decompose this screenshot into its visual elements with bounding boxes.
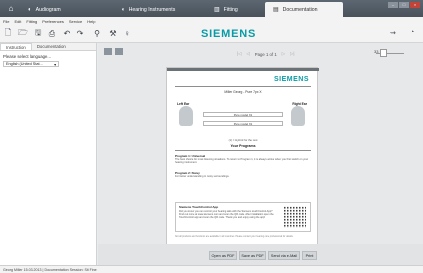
- right-hearing-aid-image: [291, 106, 305, 126]
- doc-patient-name: Miller Georg - Pure 7px X: [224, 90, 262, 94]
- next-page-icon[interactable]: ▷: [282, 51, 285, 57]
- single-page-icon[interactable]: [104, 48, 112, 55]
- language-select[interactable]: English (United Stat... ▾: [3, 61, 59, 67]
- toolbar: 🗋 🗁 🖫 ⎙ ↶ ↷ ⚲ ⚒ ♀ SIEMENS ⇝ ◔: [0, 25, 423, 43]
- new-document-icon[interactable]: 🗋: [3, 28, 13, 39]
- ear-icon: ◐: [28, 6, 32, 13]
- first-page-icon[interactable]: |◁: [237, 51, 241, 57]
- left-hearing-aid-image: [179, 106, 193, 126]
- status-text: Georg Miller 15.03.2013 | Documentation …: [3, 267, 97, 272]
- doc-divider: [175, 150, 311, 151]
- device-label-2: Pure model X1: [203, 121, 283, 126]
- maximize-button[interactable]: □: [399, 2, 409, 8]
- tab-documentation[interactable]: ▤ Documentation: [265, 2, 343, 17]
- signal-icon[interactable]: ⇝: [390, 29, 396, 37]
- doc-header-bar: [167, 68, 319, 71]
- close-button[interactable]: ×: [410, 2, 420, 8]
- doc-caption: (1) = Hybrid for the rest: [228, 138, 258, 142]
- zoom-slider-handle[interactable]: [380, 49, 387, 57]
- tab-label: Audiogram: [35, 6, 61, 13]
- status-bar: Georg Miller 15.03.2013 | Documentation …: [0, 265, 423, 273]
- minimize-button[interactable]: –: [388, 2, 398, 8]
- menu-preferences[interactable]: Preferences: [42, 19, 64, 24]
- tab-hearing-instruments[interactable]: ◖ Hearing Instruments: [113, 2, 201, 17]
- brand-logo: SIEMENS: [201, 28, 257, 40]
- connect-icon[interactable]: ⚲: [92, 28, 102, 39]
- send-via-email-button[interactable]: Send via e-Mail: [268, 251, 300, 260]
- touchcontrol-title: Siemens TouchControl App: [179, 205, 219, 209]
- pin-icon[interactable]: ♀: [122, 28, 132, 39]
- settings-icon[interactable]: ◔: [410, 29, 414, 36]
- left-panel-tabs: Instruction Documentation: [0, 43, 96, 51]
- touchcontrol-text: Did you know you can control your hearin…: [179, 210, 274, 219]
- save-icon[interactable]: 🖫: [33, 28, 43, 39]
- print-button[interactable]: Print: [302, 251, 317, 260]
- touchcontrol-box: Siemens TouchControl App Did you know yo…: [175, 202, 311, 232]
- language-value: English (United Stat...: [6, 62, 43, 66]
- document-viewer: |◁ ◁ Page 1 of 1 ▷ ▷| 33 SIEMENS Miller …: [98, 43, 423, 265]
- prev-page-icon[interactable]: ◁: [246, 51, 249, 57]
- home-icon[interactable]: ⌂: [4, 2, 18, 14]
- program-text: For better understanding in noisy surrou…: [175, 175, 230, 178]
- save-as-pdf-button[interactable]: Save as PDF: [239, 251, 266, 260]
- open-as-pdf-button[interactable]: Open as PDF: [209, 251, 237, 260]
- redo-icon[interactable]: ↷: [75, 28, 85, 39]
- tab-label: Documentation: [282, 6, 318, 13]
- last-page-icon[interactable]: ▷|: [290, 51, 294, 57]
- double-page-icon[interactable]: [115, 48, 123, 55]
- hearing-aid-icon: ◖: [121, 6, 125, 13]
- left-panel: Instruction Documentation Please select …: [0, 43, 97, 265]
- doc-divider: [175, 86, 311, 87]
- device-label-1: Pure model X1: [203, 112, 283, 117]
- tab-label: Hearing Instruments: [128, 6, 176, 13]
- action-bar: Open as PDF Save as PDF Send via e-Mail …: [98, 244, 423, 265]
- doc-footer: Not all products and functions are avail…: [175, 236, 294, 238]
- print-icon[interactable]: ⎙: [47, 28, 57, 39]
- language-label: Please select language...: [3, 54, 52, 59]
- tab-fitting[interactable]: ▥ Fitting: [206, 2, 266, 17]
- tab-audiogram[interactable]: ◐ Audiogram: [20, 2, 108, 17]
- window-controls: – □ ×: [388, 2, 420, 8]
- wrench-icon[interactable]: ⚒: [108, 28, 118, 39]
- chart-icon: ▥: [214, 7, 220, 13]
- menu-help[interactable]: Help: [87, 19, 95, 24]
- zoom-value: 33: [374, 49, 379, 54]
- menu-edit[interactable]: Edit: [14, 19, 21, 24]
- program-text: The best choice for most listening situa…: [175, 158, 309, 165]
- tab-documentation-sub[interactable]: Documentation: [32, 43, 71, 50]
- document-icon: ▤: [273, 7, 279, 13]
- tab-label: Fitting: [223, 6, 238, 13]
- open-icon[interactable]: 🗁: [18, 28, 28, 39]
- main-tab-bar: ⌂ ◐ Audiogram ◖ Hearing Instruments ▥ Fi…: [0, 0, 423, 17]
- page-indicator: Page 1 of 1: [254, 51, 277, 57]
- doc-programs-heading: Your Programs: [230, 144, 256, 148]
- doc-brand-logo: SIEMENS: [273, 76, 309, 83]
- menu-bar: File Edit Fitting Preferences Service He…: [0, 17, 423, 25]
- page-navigation: |◁ ◁ Page 1 of 1 ▷ ▷|: [237, 51, 294, 57]
- chevron-down-icon: ▾: [54, 62, 56, 67]
- menu-fitting[interactable]: Fitting: [26, 19, 37, 24]
- tab-instruction[interactable]: Instruction: [0, 43, 32, 50]
- qr-code-overlay: [284, 206, 306, 228]
- document-page: SIEMENS Miller Georg - Pure 7px X Left E…: [166, 67, 319, 245]
- menu-file[interactable]: File: [3, 19, 9, 24]
- menu-service[interactable]: Service: [69, 19, 82, 24]
- undo-icon[interactable]: ↶: [62, 28, 72, 39]
